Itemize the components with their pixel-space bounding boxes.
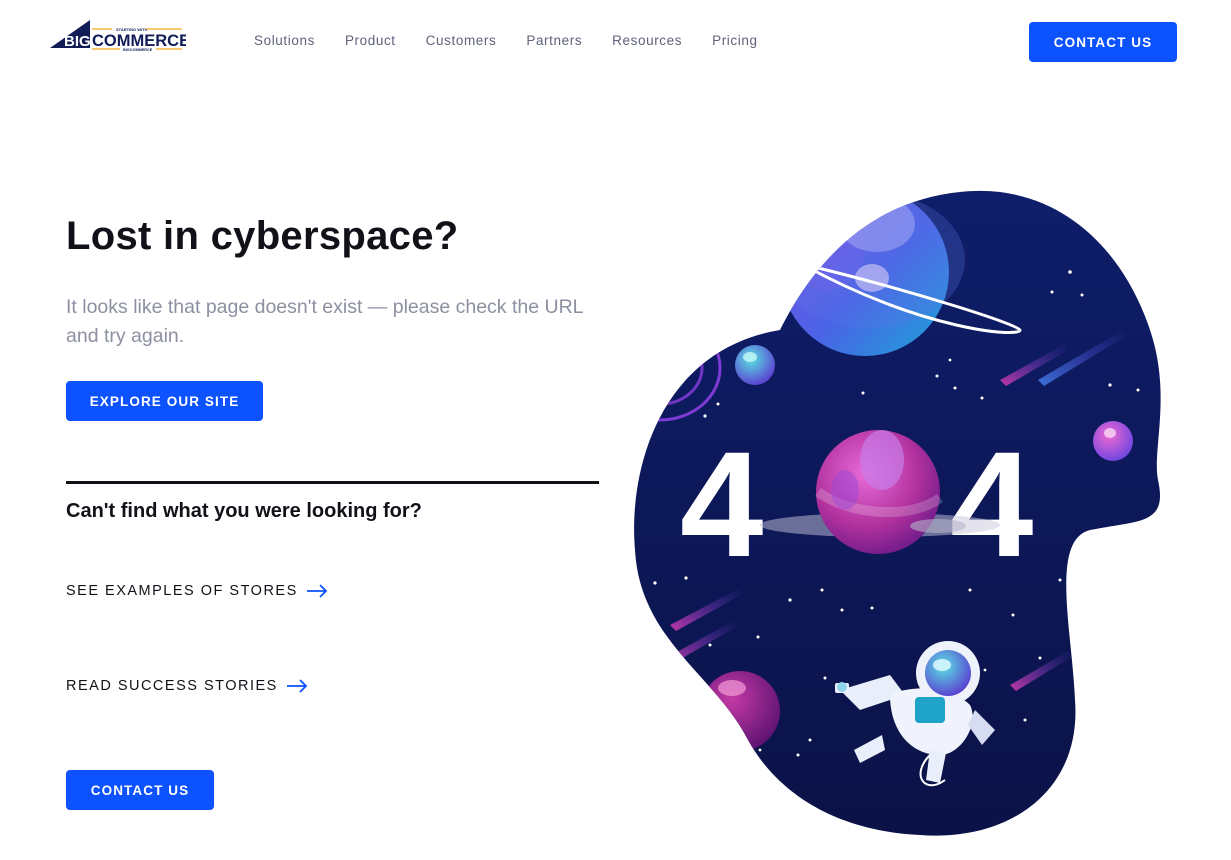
read-success-stories-link[interactable]: READ SUCCESS STORIES	[66, 678, 308, 694]
logo-big-text: BIG	[64, 33, 91, 50]
planet-icon	[1093, 421, 1133, 461]
explore-site-button[interactable]: EXPLORE OUR SITE	[66, 381, 263, 421]
see-examples-link[interactable]: SEE EXAMPLES OF STORES	[66, 583, 328, 599]
header-contact-button[interactable]: CONTACT US	[1029, 22, 1177, 62]
arrow-right-icon	[286, 679, 308, 693]
space-404-illustration: 4 4	[620, 180, 1180, 840]
planet-icon	[700, 671, 780, 751]
logo-tagline-bottom: BIGCOMMERCE	[123, 48, 153, 52]
arrow-right-icon	[306, 584, 328, 598]
main-nav: Solutions Product Customers Partners Res…	[254, 33, 788, 48]
read-success-stories-label: READ SUCCESS STORIES	[66, 678, 278, 694]
logo-tagline-top: STARTING WITH	[116, 27, 148, 32]
nav-partners[interactable]: Partners	[526, 33, 582, 48]
planet-icon	[735, 345, 775, 385]
bottom-contact-button[interactable]: CONTACT US	[66, 770, 214, 810]
nav-pricing[interactable]: Pricing	[712, 33, 757, 48]
nav-resources[interactable]: Resources	[612, 33, 682, 48]
nav-customers[interactable]: Customers	[426, 33, 497, 48]
page-title: Lost in cyberspace?	[66, 214, 459, 258]
nav-solutions[interactable]: Solutions	[254, 33, 315, 48]
page-subtitle: It looks like that page doesn't exist — …	[66, 296, 583, 347]
digit-right: 4	[950, 420, 1033, 588]
see-examples-label: SEE EXAMPLES OF STORES	[66, 583, 298, 599]
nav-product[interactable]: Product	[345, 33, 396, 48]
site-header: BIG COMMERCE STARTING WITH BIGCOMMERCE S…	[0, 0, 1231, 84]
cant-find-heading: Can't find what you were looking for?	[66, 500, 422, 522]
bigcommerce-logo[interactable]: BIG COMMERCE STARTING WITH BIGCOMMERCE	[50, 18, 190, 54]
section-divider	[66, 481, 599, 484]
digit-left: 4	[680, 420, 763, 588]
